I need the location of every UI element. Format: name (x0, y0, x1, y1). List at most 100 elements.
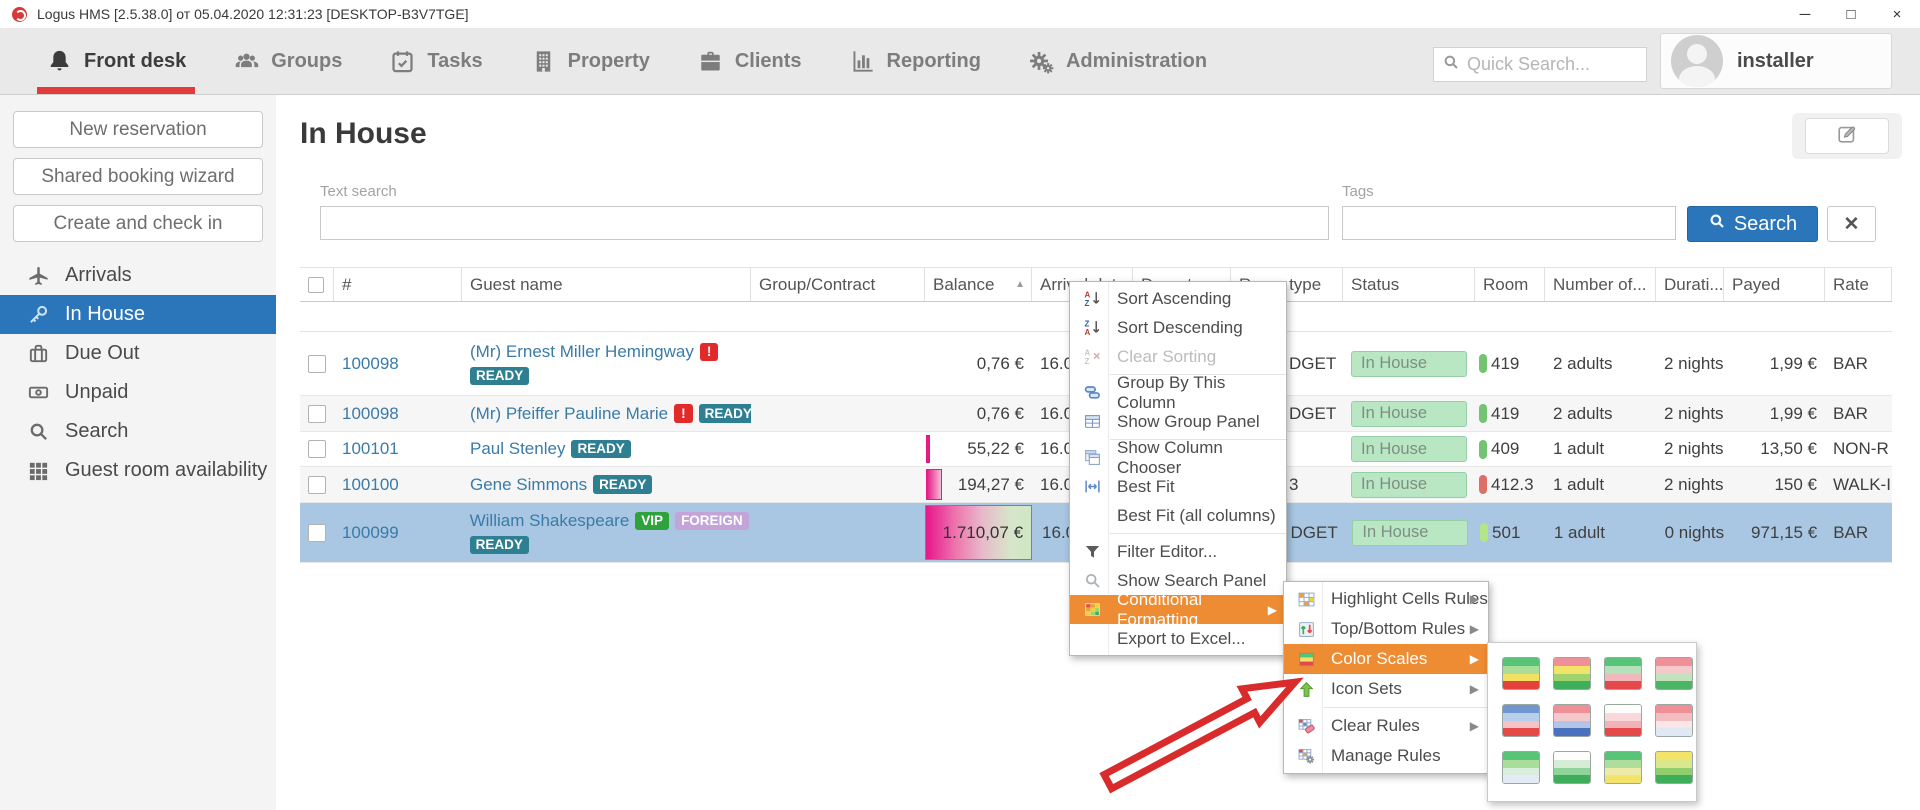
text-search-input[interactable] (320, 206, 1329, 240)
color-scale-swatch[interactable] (1655, 657, 1693, 690)
quick-search[interactable] (1433, 47, 1647, 82)
maximize-button[interactable]: □ (1828, 0, 1874, 28)
magnifier-icon (27, 420, 50, 443)
nav-item-groups[interactable]: Groups (233, 28, 342, 94)
column-header-durati[interactable]: Durati... (1656, 268, 1724, 301)
column-header-room[interactable]: Room (1475, 268, 1545, 301)
menu-item-show-column-chooser[interactable]: Show Column Chooser (1070, 443, 1286, 472)
nav-item-reporting[interactable]: Reporting (849, 28, 981, 94)
app-window: Logus HMS [2.5.38.0] от 05.04.2020 12:31… (0, 0, 1920, 810)
payed-cell: 1,99 € (1724, 396, 1825, 431)
column-header-status[interactable]: Status (1343, 268, 1475, 301)
column-context-menu: AZSort AscendingZASort DescendingAZClear… (1069, 281, 1287, 656)
menu-item-best-fit[interactable]: Best Fit (1070, 472, 1286, 501)
row-checkbox-cell (300, 332, 334, 395)
color-scale-swatch[interactable] (1553, 751, 1591, 784)
close-button[interactable]: × (1874, 0, 1920, 28)
sidebar-item-guest-room-availability[interactable]: Guest room availability (0, 451, 276, 490)
sidebar-item-arrivals[interactable]: Arrivals (0, 256, 276, 295)
minimize-button[interactable]: ─ (1782, 0, 1828, 28)
column-header-guest-name[interactable]: Guest name (462, 268, 751, 301)
color-scale-swatch[interactable] (1604, 657, 1642, 690)
guest-name-link[interactable]: (Mr) Ernest Miller Hemingway (470, 342, 694, 362)
status-badge: In House (1351, 436, 1467, 462)
submenu-item-color-scales[interactable]: Color Scales▶ (1284, 644, 1488, 674)
occupancy-cell: 1 adult (1545, 432, 1656, 466)
color-scale-swatch[interactable] (1655, 751, 1693, 784)
shared-booking-wizard-button[interactable]: Shared booking wizard (13, 158, 263, 195)
row-checkbox[interactable] (308, 440, 326, 458)
duration-cell: 2 nights (1656, 467, 1724, 502)
rate-cell: BAR (1825, 396, 1892, 431)
guest-name-link[interactable]: (Mr) Pfeiffer Pauline Marie (470, 404, 668, 424)
guest-name-link[interactable]: Gene Simmons (470, 475, 587, 495)
submenu-item-clear-rules[interactable]: Clear Rules▶ (1284, 711, 1488, 741)
create-and-check-in-button[interactable]: Create and check in (13, 205, 263, 242)
sidebar-item-due-out[interactable]: Due Out (0, 334, 276, 373)
nav-item-clients[interactable]: Clients (697, 28, 802, 94)
submenu-item-icon-sets[interactable]: Icon Sets▶ (1284, 674, 1488, 704)
column-header-number-of[interactable]: Number of... (1545, 268, 1656, 301)
column-header-select[interactable] (300, 268, 334, 301)
nav-item-property[interactable]: Property (530, 28, 650, 94)
nav-item-tasks[interactable]: Tasks (389, 28, 482, 94)
user-panel[interactable]: installer (1660, 33, 1892, 89)
submenu-item-top-bottom-rules[interactable]: Top/Bottom Rules▶ (1284, 614, 1488, 644)
color-scale-swatch[interactable] (1502, 657, 1540, 690)
menu-item-conditional-formatting[interactable]: Conditional Formatting▶ (1070, 595, 1286, 624)
edit-button[interactable] (1805, 118, 1889, 154)
row-checkbox[interactable] (308, 405, 326, 423)
status-cell: In House (1343, 467, 1475, 502)
room-status-pill (1479, 354, 1487, 373)
menu-item-sort-ascending[interactable]: AZSort Ascending (1070, 284, 1286, 313)
status-cell: In House (1343, 396, 1475, 431)
new-reservation-button[interactable]: New reservation (13, 111, 263, 148)
row-checkbox[interactable] (308, 524, 326, 542)
status-badge: In House (1351, 472, 1467, 498)
guest-name-link[interactable]: William Shakespeare (470, 511, 630, 531)
color-scale-swatch[interactable] (1502, 704, 1540, 737)
color-scale-swatch[interactable] (1655, 704, 1693, 737)
clear-search-button[interactable]: ✕ (1827, 206, 1876, 242)
color-scale-swatch[interactable] (1502, 751, 1540, 784)
row-checkbox-cell (300, 396, 334, 431)
column-header-balance[interactable]: Balance▲ (925, 268, 1032, 301)
svg-text:A: A (1084, 328, 1090, 336)
edit-button-wrap (1792, 113, 1902, 159)
nav-item-front-desk[interactable]: Front desk (46, 28, 186, 94)
submenu-item-manage-rules[interactable]: Manage Rules (1284, 741, 1488, 771)
tags-input[interactable] (1342, 206, 1676, 240)
search-panel-icon (1076, 572, 1108, 589)
column-header-group-contract[interactable]: Group/Contract (751, 268, 925, 301)
search-icon (1708, 212, 1726, 236)
guest-name-link[interactable]: Paul Stenley (470, 439, 565, 459)
menu-item-best-fit-all-columns[interactable]: Best Fit (all columns) (1070, 501, 1286, 530)
menu-item-filter-editor[interactable]: Filter Editor... (1070, 537, 1286, 566)
group-contract-cell (751, 432, 925, 466)
sidebar-item-in-house[interactable]: In House (0, 295, 276, 334)
bell-icon (46, 48, 73, 75)
menu-item-group-by-this-column[interactable]: Group By This Column (1070, 378, 1286, 407)
color-scale-swatch[interactable] (1604, 751, 1642, 784)
search-button[interactable]: Search (1687, 206, 1818, 242)
submenu-item-highlight-cells-rules[interactable]: Highlight Cells Rules▶ (1284, 584, 1488, 614)
column-header-[interactable]: # (334, 268, 462, 301)
payed-cell: 150 € (1724, 467, 1825, 502)
sidebar-item-search[interactable]: Search (0, 412, 276, 451)
color-scale-swatch[interactable] (1553, 704, 1591, 737)
column-header-payed[interactable]: Payed (1724, 268, 1825, 301)
row-checkbox[interactable] (308, 355, 326, 373)
color-scale-swatch[interactable] (1553, 657, 1591, 690)
row-checkbox[interactable] (308, 476, 326, 494)
menu-item-sort-descending[interactable]: ZASort Descending (1070, 313, 1286, 342)
select-all-checkbox[interactable] (308, 277, 324, 293)
menu-item-export-to-excel[interactable]: Export to Excel... (1070, 624, 1286, 653)
nav-item-administration[interactable]: Administration (1028, 28, 1207, 94)
color-scale-swatch[interactable] (1604, 704, 1642, 737)
status-badge: In House (1351, 351, 1467, 377)
sidebar-item-unpaid[interactable]: Unpaid (0, 373, 276, 412)
menu-item-show-group-panel[interactable]: Show Group Panel (1070, 407, 1286, 436)
status-cell: In House (1343, 432, 1475, 466)
column-header-rate[interactable]: Rate (1825, 268, 1892, 301)
occupancy-cell: 1 adult (1545, 467, 1656, 502)
